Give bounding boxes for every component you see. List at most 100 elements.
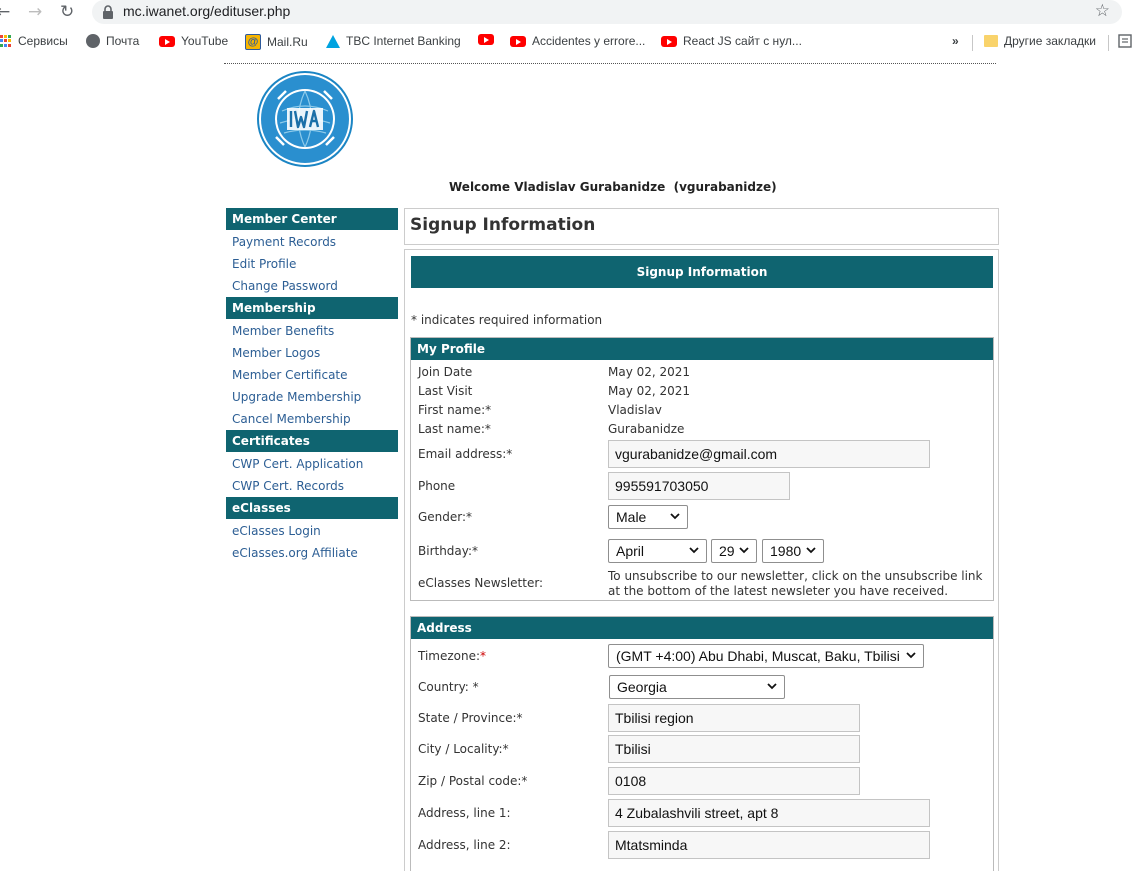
zip-label: Zip / Postal code:*: [418, 774, 528, 788]
my-profile-section: My Profile Join Date May 02, 2021 Last V…: [410, 337, 994, 601]
bookmark-pochta[interactable]: Почта: [86, 34, 139, 48]
chevron-down-icon: [767, 683, 777, 690]
bookmarks-bar: Сервисы Почта YouTube @ Mail.Ru TBC Inte…: [0, 30, 1133, 56]
birth-year-select[interactable]: 1980: [762, 539, 824, 563]
address-line2-label: Address, line 2:: [418, 838, 511, 852]
bookmark-label: React JS сайт с нул...: [683, 34, 802, 48]
bookmark-youtube-2[interactable]: [478, 34, 500, 45]
bookmark-label: Другие закладки: [1004, 34, 1096, 48]
bookmark-label: TBC Internet Banking: [346, 34, 461, 48]
bookmarks-overflow-button[interactable]: »: [952, 34, 959, 48]
page-title-box: Signup Information: [404, 208, 999, 245]
reload-icon[interactable]: ↻: [60, 2, 74, 22]
signup-banner: Signup Information: [411, 256, 993, 288]
sidebar-heading-member-center: Member Center: [226, 208, 398, 230]
reading-list-button[interactable]: [1118, 34, 1132, 48]
sidebar-link-eclasses-login[interactable]: eClasses Login: [226, 520, 398, 542]
timezone-value: (GMT +4:00) Abu Dhabi, Muscat, Baku, Tbi…: [616, 648, 900, 664]
required-note: * indicates required information: [411, 313, 603, 327]
last-name-label: Last name:*: [418, 422, 491, 436]
address-line1-field[interactable]: 4 Zubalashvili street, apt 8: [608, 799, 930, 827]
last-visit-value: May 02, 2021: [608, 384, 691, 398]
sidebar-link-cwp-application[interactable]: CWP Cert. Application: [226, 453, 398, 475]
overflow-label: »: [952, 34, 959, 48]
bookmark-other-folder[interactable]: Другие закладки: [984, 34, 1096, 48]
bookmark-mailru[interactable]: @ Mail.Ru: [245, 34, 308, 50]
first-name-label: First name:*: [418, 403, 492, 417]
sidebar-link-member-benefits[interactable]: Member Benefits: [226, 320, 398, 342]
email-field[interactable]: vgurabanidze@gmail.com: [608, 440, 930, 468]
chevron-down-icon: [670, 513, 680, 520]
state-field[interactable]: Tbilisi region: [608, 704, 860, 732]
join-date-value: May 02, 2021: [608, 365, 691, 379]
timezone-label: Timezone:*: [418, 649, 486, 663]
sidebar-heading-eclasses: eClasses: [226, 497, 398, 519]
zip-field[interactable]: 0108: [608, 767, 860, 795]
bookmark-tbc[interactable]: TBC Internet Banking: [326, 34, 461, 48]
address-section: Address Timezone:* (GMT +4:00) Abu Dhabi…: [410, 616, 994, 871]
sidebar-link-member-certificate[interactable]: Member Certificate: [226, 364, 398, 386]
sidebar-link-eclasses-affiliate[interactable]: eClasses.org Affiliate: [226, 542, 398, 564]
address-line1-label: Address, line 1:: [418, 806, 511, 820]
bookmarks-divider: [1108, 35, 1109, 51]
bookmark-label: Mail.Ru: [267, 35, 308, 49]
newsletter-info: To unsubscribe to our newsletter, click …: [608, 569, 983, 598]
bookmark-accidentes[interactable]: Accidentes y errore...: [510, 34, 645, 48]
browser-toolbar: ← → ↻ mc.iwanet.org/edituser.php ☆: [0, 0, 1133, 26]
signup-form-container: Signup Information * indicates required …: [404, 249, 999, 871]
city-field[interactable]: Tbilisi: [608, 735, 860, 763]
newsletter-label: eClasses Newsletter:: [418, 576, 544, 590]
sidebar-link-cancel-membership[interactable]: Cancel Membership: [226, 408, 398, 430]
sidebar-link-member-logos[interactable]: Member Logos: [226, 342, 398, 364]
back-arrow-icon[interactable]: ←: [0, 2, 10, 22]
city-label: City / Locality:*: [418, 742, 509, 756]
phone-label: Phone: [418, 479, 456, 493]
birth-month-value: April: [616, 543, 645, 559]
page-title: Signup Information: [410, 215, 596, 235]
iwa-logo[interactable]: [256, 71, 354, 167]
bookmark-star-icon[interactable]: ☆: [1095, 1, 1110, 21]
chevron-down-icon: [906, 652, 916, 659]
last-visit-label: Last Visit: [418, 384, 473, 398]
birth-day-select[interactable]: 29: [711, 539, 757, 563]
bookmark-label: Сервисы: [18, 34, 68, 48]
sidebar-link-cwp-records[interactable]: CWP Cert. Records: [226, 475, 398, 497]
join-date-label: Join Date: [418, 365, 473, 379]
my-profile-heading: My Profile: [411, 338, 993, 360]
bookmark-react[interactable]: React JS сайт с нул...: [661, 34, 802, 48]
mailru-icon: @: [245, 34, 261, 50]
bookmarks-divider: [972, 35, 973, 51]
youtube-icon: [661, 35, 677, 47]
last-name-value: Gurabanidze: [608, 422, 685, 436]
forward-arrow-icon[interactable]: →: [28, 2, 42, 22]
sidebar-heading-membership: Membership: [226, 297, 398, 319]
chevron-down-icon: [689, 547, 699, 554]
bookmark-youtube[interactable]: YouTube: [159, 34, 228, 48]
sidebar-link-upgrade-membership[interactable]: Upgrade Membership: [226, 386, 398, 408]
youtube-icon: [159, 35, 175, 47]
sidebar: Member Center Payment Records Edit Profi…: [226, 208, 398, 564]
state-label: State / Province:*: [418, 711, 523, 725]
timezone-label-text: Timezone:: [418, 649, 481, 663]
top-divider: [224, 63, 996, 64]
chevron-down-icon: [806, 547, 816, 554]
birth-year-value: 1980: [770, 543, 802, 559]
address-line2-field[interactable]: Mtatsminda: [608, 831, 930, 859]
bookmark-apps[interactable]: Сервисы: [0, 34, 68, 48]
bookmark-label: Accidentes y errore...: [532, 34, 646, 48]
sidebar-link-payment-records[interactable]: Payment Records: [226, 231, 398, 253]
apps-grid-icon: [0, 35, 12, 47]
timezone-select[interactable]: (GMT +4:00) Abu Dhabi, Muscat, Baku, Tbi…: [608, 644, 924, 668]
country-select[interactable]: Georgia: [609, 675, 785, 699]
country-label: Country: *: [418, 680, 479, 694]
sidebar-link-edit-profile[interactable]: Edit Profile: [226, 253, 398, 275]
country-value: Georgia: [617, 679, 667, 695]
phone-field[interactable]: 995591703050: [608, 472, 790, 500]
url-text: mc.iwanet.org/edituser.php: [123, 3, 291, 19]
sidebar-link-change-password[interactable]: Change Password: [226, 275, 398, 297]
birth-month-select[interactable]: April: [608, 539, 707, 563]
chevron-down-icon: [739, 547, 749, 554]
folder-icon: [984, 35, 998, 47]
gender-select[interactable]: Male: [608, 505, 688, 529]
address-bar[interactable]: mc.iwanet.org/edituser.php ☆: [92, 0, 1122, 24]
